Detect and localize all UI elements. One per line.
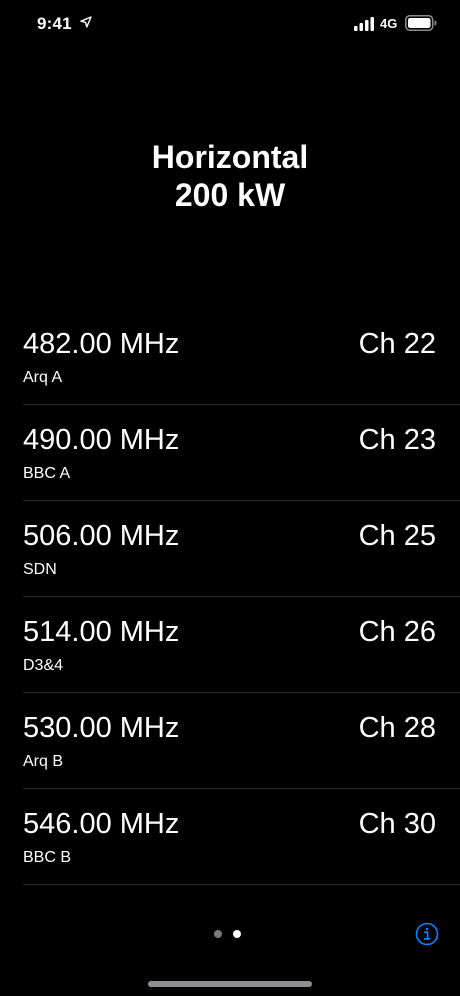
polarization-title: Horizontal bbox=[151, 139, 309, 175]
channel-row[interactable]: 482.00 MHz Arq A Ch 22 bbox=[0, 309, 460, 405]
channel-multiplex: Arq B bbox=[23, 753, 64, 770]
battery-icon bbox=[405, 15, 437, 31]
page-title: Horizontal 200 kW bbox=[0, 138, 460, 214]
channel-frequency: 514.00 MHz bbox=[23, 616, 180, 648]
page-dot-2[interactable] bbox=[233, 930, 241, 938]
power-title: 200 kW bbox=[174, 177, 286, 213]
channel-row[interactable]: 506.00 MHz SDN Ch 25 bbox=[0, 501, 460, 597]
channel-row[interactable]: 514.00 MHz D3&4 Ch 26 bbox=[0, 597, 460, 693]
channel-number: Ch 23 bbox=[358, 424, 436, 456]
page-dot-1[interactable] bbox=[214, 930, 222, 938]
channel-multiplex: SDN bbox=[23, 561, 57, 578]
channel-frequency: 546.00 MHz bbox=[23, 808, 180, 840]
channel-number: Ch 25 bbox=[358, 520, 436, 552]
channel-multiplex: Arq A bbox=[23, 369, 63, 386]
channel-multiplex: D3&4 bbox=[23, 657, 64, 674]
channel-list: 482.00 MHz Arq A Ch 22 490.00 MHz BBC A … bbox=[0, 309, 460, 885]
page-control[interactable] bbox=[214, 930, 241, 938]
network-type-label: 4G bbox=[380, 16, 398, 31]
channel-row[interactable]: 546.00 MHz BBC B Ch 30 bbox=[0, 789, 460, 885]
status-time: 9:41 bbox=[37, 14, 72, 33]
channel-row[interactable]: 490.00 MHz BBC A Ch 23 bbox=[0, 405, 460, 501]
channel-multiplex: BBC A bbox=[23, 465, 71, 482]
status-bar: 9:41 4G bbox=[0, 0, 460, 50]
channel-multiplex: BBC B bbox=[23, 849, 72, 866]
location-arrow-icon bbox=[80, 16, 92, 28]
channel-number: Ch 28 bbox=[358, 712, 436, 744]
channel-frequency: 490.00 MHz bbox=[23, 424, 180, 456]
cellular-signal-icon bbox=[354, 17, 374, 31]
channel-frequency: 506.00 MHz bbox=[23, 520, 180, 552]
channel-number: Ch 22 bbox=[358, 328, 436, 360]
info-icon[interactable] bbox=[415, 922, 439, 946]
channel-number: Ch 30 bbox=[358, 808, 436, 840]
channel-frequency: 530.00 MHz bbox=[23, 712, 180, 744]
home-indicator[interactable] bbox=[148, 981, 312, 987]
channel-row[interactable]: 530.00 MHz Arq B Ch 28 bbox=[0, 693, 460, 789]
channel-number: Ch 26 bbox=[358, 616, 436, 648]
channel-frequency: 482.00 MHz bbox=[23, 328, 180, 360]
